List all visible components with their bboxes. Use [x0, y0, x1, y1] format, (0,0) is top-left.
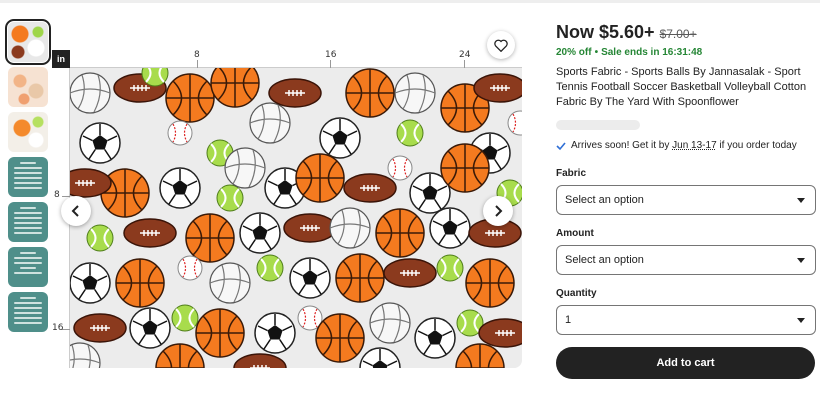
thumbnail-2[interactable] [8, 67, 48, 107]
chevron-down-icon [797, 197, 805, 203]
ruler-top-tick-1: 8 [194, 50, 200, 60]
thumbnail-4[interactable] [8, 157, 48, 197]
ruler-left-tick-2: 16 [52, 323, 64, 333]
arrival-suffix: if you order today [719, 140, 797, 151]
thumbnail-strip [5, 19, 51, 337]
thumbnail-1[interactable] [5, 19, 51, 65]
arrival-dates[interactable]: Jun 13-17 [672, 140, 716, 151]
heart-icon [494, 39, 508, 52]
thumbnail-6[interactable] [8, 247, 48, 287]
sale-countdown: Sale ends in 16:31:48 [601, 47, 703, 58]
ruler-top-tick-2: 16 [325, 50, 337, 60]
thumbnail-5[interactable] [8, 202, 48, 242]
amount-select-value: Select an option [565, 254, 644, 266]
next-image-button[interactable] [483, 196, 513, 226]
ruler-unit-label: in [52, 50, 70, 68]
current-price: Now $5.60+ [556, 22, 655, 42]
discount-text: 20% off [556, 47, 592, 58]
top-divider [0, 0, 820, 3]
chevron-left-icon [71, 205, 79, 217]
fabric-label: Fabric [556, 168, 587, 179]
ruler-top-tick-3: 24 [459, 50, 471, 60]
quantity-select[interactable]: 1 [556, 305, 816, 335]
chevron-right-icon [495, 205, 503, 217]
thumbnail-7[interactable] [8, 292, 48, 332]
favorite-button[interactable] [487, 31, 515, 59]
product-info-panel: Now $5.60+ $7.00+ 20% off • Sale ends in 1… [556, 22, 816, 335]
thumbnail-3[interactable] [8, 112, 48, 152]
arrival-prefix: Arrives soon! Get it by [571, 140, 670, 151]
blurred-placeholder [556, 120, 640, 130]
sale-info: 20% off • Sale ends in 16:31:48 [556, 47, 816, 58]
chevron-down-icon [797, 317, 805, 323]
quantity-label: Quantity [556, 288, 597, 299]
fabric-select-value: Select an option [565, 194, 644, 206]
check-icon [556, 141, 566, 150]
price-row: Now $5.60+ $7.00+ [556, 22, 816, 43]
amount-select[interactable]: Select an option [556, 245, 816, 275]
separator-dot: • [594, 47, 599, 58]
original-price: $7.00+ [659, 27, 697, 41]
product-title: Sports Fabric - Sports Balls By Jannasal… [556, 66, 807, 108]
chevron-down-icon [797, 257, 805, 263]
quantity-select-value: 1 [565, 314, 572, 326]
ruler-left-tick-1: 8 [54, 190, 60, 200]
ruler-top: 8 16 24 [70, 50, 522, 68]
add-to-cart-button[interactable]: Add to cart [556, 347, 815, 379]
arrival-info: Arrives soon! Get it by Jun 13-17 if you… [556, 140, 816, 151]
fabric-select[interactable]: Select an option [556, 185, 816, 215]
previous-image-button[interactable] [61, 196, 91, 226]
product-image [70, 68, 522, 368]
amount-label: Amount [556, 228, 594, 239]
sports-balls-pattern [70, 68, 522, 368]
